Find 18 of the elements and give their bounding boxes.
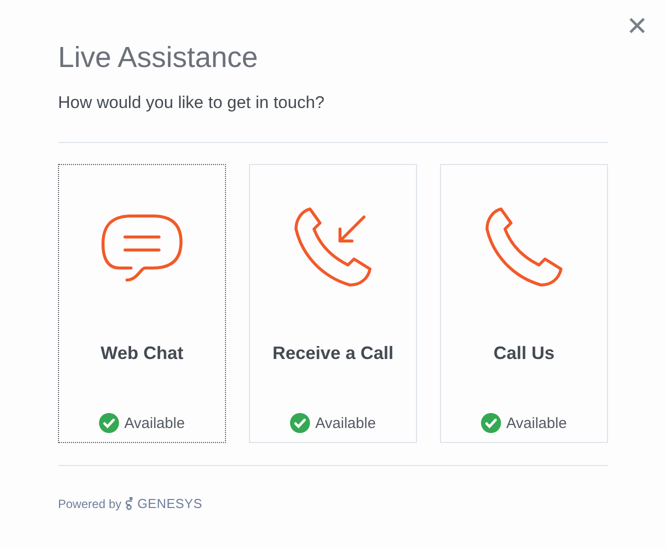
contact-option-card[interactable]: Call Us Available bbox=[440, 164, 608, 443]
contact-option-card[interactable]: Web Chat Available bbox=[58, 164, 226, 443]
speech-bubble-icon bbox=[101, 212, 183, 284]
incoming-call-icon bbox=[292, 207, 374, 289]
availability-status: Available bbox=[315, 414, 376, 432]
availability-status: Available bbox=[506, 414, 567, 432]
close-button[interactable]: ✕ bbox=[622, 12, 652, 42]
brand-logo-icon bbox=[125, 497, 134, 510]
dialog-title: Live Assistance bbox=[58, 42, 259, 75]
option-label: Call Us bbox=[493, 343, 555, 364]
prompt-text: How would you like to get in touch? bbox=[58, 93, 326, 113]
option-label: Receive a Call bbox=[272, 343, 394, 364]
contact-option-card[interactable]: Receive a Call Available bbox=[249, 164, 417, 443]
phone-icon bbox=[483, 207, 565, 289]
powered-by-text: Powered by bbox=[58, 496, 122, 510]
brand-name: GENESYS bbox=[137, 496, 202, 511]
option-label: Web Chat bbox=[100, 343, 184, 364]
availability-status: Available bbox=[124, 414, 185, 432]
